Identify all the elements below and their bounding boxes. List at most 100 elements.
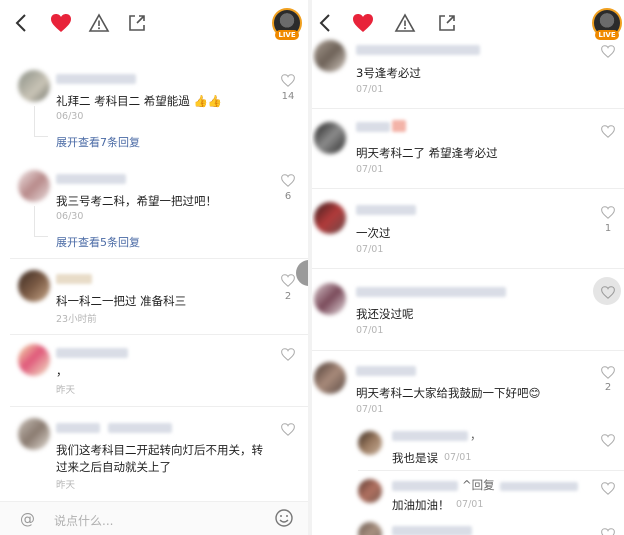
at-icon[interactable]: @ — [20, 510, 35, 528]
username[interactable] — [56, 274, 92, 284]
expand-replies-link[interactable]: 展开查看7条回复 — [56, 134, 140, 150]
live-badge: LIVE — [595, 30, 619, 40]
avatar[interactable] — [358, 431, 382, 455]
like-heart-icon[interactable] — [600, 43, 616, 62]
username[interactable] — [392, 431, 468, 441]
comment-time: 07/01 — [356, 244, 384, 255]
username[interactable] — [356, 287, 506, 297]
username-extra — [108, 423, 172, 433]
comment-time: 06/30 — [56, 111, 84, 122]
comment-text: 一次过 — [356, 226, 391, 240]
comment-text: 礼拜二 考科目二 希望能過 👍👍 — [56, 94, 223, 108]
comment-text: 过来之后自动就关上了 — [56, 460, 171, 474]
like-count: 2 — [284, 291, 292, 302]
like-heart-icon[interactable] — [280, 72, 296, 91]
like-heart-icon[interactable] — [280, 272, 296, 291]
top-bar: LIVE — [0, 0, 308, 48]
comment-input-bar[interactable]: @ 说点什么... — [0, 501, 308, 535]
comment-time: 23小时前 — [56, 314, 97, 325]
thread-line — [34, 206, 35, 236]
reply-text: 我也是误 — [392, 451, 438, 465]
comment-text: 我们这考科目二开起转向灯后不用关，转 — [56, 443, 263, 457]
username[interactable] — [392, 526, 472, 535]
avatar[interactable] — [18, 70, 50, 102]
comment-text: ， — [56, 364, 68, 378]
avatar[interactable] — [314, 40, 346, 72]
back-arrow-icon[interactable] — [312, 10, 338, 36]
like-heart-icon[interactable] — [280, 172, 296, 191]
comment-input[interactable]: 说点什么... — [54, 512, 113, 529]
thread-line — [34, 106, 35, 136]
top-bar: LIVE — [312, 0, 624, 48]
comment-text: 明天考科二大家给我鼓励一下好吧😊 — [356, 386, 541, 400]
like-count: 2 — [604, 382, 612, 393]
avatar[interactable] — [314, 362, 346, 394]
username[interactable] — [356, 45, 480, 55]
avatar[interactable] — [358, 479, 382, 503]
divider — [358, 470, 624, 471]
username[interactable] — [356, 366, 416, 376]
avatar[interactable] — [358, 522, 382, 535]
comment-time: 07/01 — [356, 164, 384, 175]
like-count: 6 — [284, 191, 292, 202]
divider — [312, 108, 624, 109]
username[interactable] — [392, 481, 458, 491]
comment-time: 昨天 — [56, 480, 76, 491]
share-icon[interactable] — [124, 10, 150, 36]
comment-time: 07/01 — [356, 404, 384, 415]
comment-text: 3号逢考必过 — [356, 66, 421, 80]
username[interactable] — [56, 423, 100, 433]
comment-text: 明天考科二了 希望逢考必过 — [356, 146, 498, 160]
avatar[interactable] — [18, 418, 50, 450]
warning-icon[interactable] — [392, 10, 418, 36]
like-count: 14 — [281, 91, 295, 102]
username[interactable] — [356, 205, 416, 215]
like-heart-icon[interactable] — [280, 346, 296, 365]
heart-icon[interactable] — [350, 10, 376, 36]
avatar[interactable] — [18, 270, 50, 302]
reply-text: 加油加油！ — [392, 498, 450, 512]
reply-time: 07/01 — [456, 499, 484, 510]
avatar[interactable] — [314, 122, 346, 154]
comment-text: 科一科二一把过 准备科三 — [56, 294, 187, 308]
comment-time: 07/01 — [356, 325, 384, 336]
comment-text: 我还没过呢 — [356, 307, 414, 321]
like-heart-icon[interactable] — [600, 123, 616, 142]
reply-target-username — [500, 482, 578, 491]
divider — [10, 406, 308, 407]
heart-icon[interactable] — [48, 10, 74, 36]
thread-hook — [34, 136, 48, 137]
like-heart-icon[interactable] — [600, 480, 616, 499]
share-icon[interactable] — [434, 10, 460, 36]
warning-icon[interactable] — [86, 10, 112, 36]
avatar[interactable] — [18, 170, 50, 202]
avatar[interactable] — [18, 344, 50, 376]
live-badge: LIVE — [275, 30, 299, 40]
like-heart-icon[interactable] — [600, 204, 616, 223]
thread-hook — [34, 236, 48, 237]
reply-tag: ， — [470, 428, 482, 442]
right-screen: LIVE 3号逢考必过 07/01 明天考科二了 希望逢考必过 07/01 一次… — [312, 0, 624, 535]
reply-tag: ^回复 — [462, 478, 495, 492]
username[interactable] — [56, 348, 128, 358]
like-heart-icon[interactable] — [600, 284, 616, 303]
divider — [10, 258, 308, 259]
expand-replies-link[interactable]: 展开查看5条回复 — [56, 234, 140, 250]
username[interactable] — [56, 174, 126, 184]
floating-handle[interactable] — [296, 260, 308, 286]
avatar[interactable] — [314, 283, 346, 315]
reply-time: 07/01 — [444, 452, 472, 463]
left-screen: LIVE 礼拜二 考科目二 希望能過 👍👍 06/30 14 展开查看7条回复 … — [0, 0, 308, 535]
username[interactable] — [56, 74, 136, 84]
avatar[interactable] — [314, 202, 346, 234]
divider — [312, 188, 624, 189]
emoji-icon[interactable] — [274, 508, 294, 528]
like-heart-icon[interactable] — [600, 526, 616, 535]
like-heart-icon[interactable] — [600, 364, 616, 383]
comment-time: 07/01 — [356, 84, 384, 95]
back-arrow-icon[interactable] — [8, 10, 34, 36]
username-badge — [392, 120, 406, 132]
username[interactable] — [356, 122, 390, 132]
like-heart-icon[interactable] — [280, 421, 296, 440]
like-heart-icon[interactable] — [600, 432, 616, 451]
